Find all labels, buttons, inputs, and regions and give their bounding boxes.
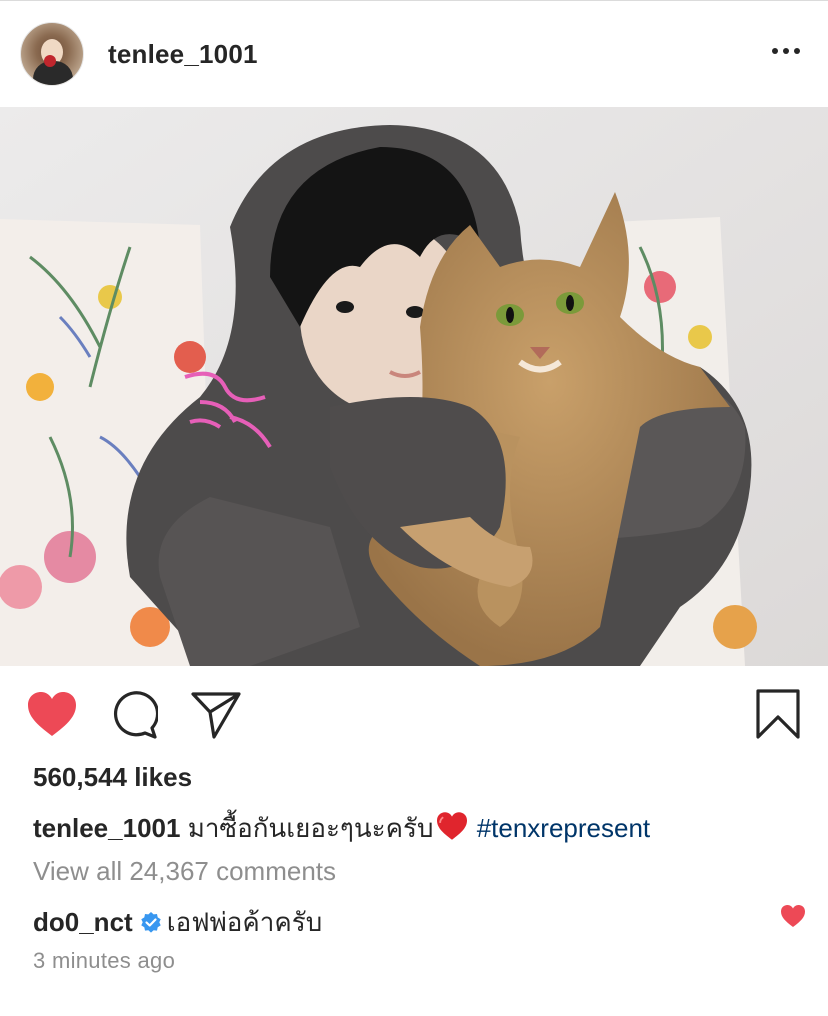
comment-username[interactable]: do0_nct	[33, 907, 133, 937]
comment-text: เอฟพ่อค้าครับ	[166, 907, 323, 937]
post-username[interactable]: tenlee_1001	[108, 39, 258, 70]
bookmark-icon	[756, 689, 800, 739]
post-caption: tenlee_1001 มาซื้อกันเยอะๆนะครับ #tenxre…	[33, 808, 650, 849]
likes-count[interactable]: 560,544 likes	[33, 762, 192, 793]
caption-text: มาซื้อกันเยอะๆนะครับ	[187, 813, 434, 843]
action-bar	[0, 666, 828, 762]
share-button[interactable]	[190, 690, 242, 745]
more-dot-icon	[794, 48, 800, 54]
comment-icon	[113, 691, 160, 739]
comment-like-button[interactable]	[780, 904, 806, 933]
avatar-rose	[44, 55, 56, 67]
comment-item: do0_nct เอฟพ่อค้าครับ	[33, 902, 322, 943]
post-timestamp: 3 minutes ago	[33, 948, 176, 973]
heart-filled-icon	[781, 905, 805, 927]
save-button[interactable]	[754, 688, 802, 745]
caption-username[interactable]: tenlee_1001	[33, 813, 180, 843]
more-options-button[interactable]	[772, 41, 800, 61]
view-all-comments-link[interactable]: View all 24,367 comments	[33, 856, 336, 887]
send-icon	[191, 692, 241, 739]
avatar[interactable]	[20, 22, 84, 86]
post-photo-illustration	[0, 107, 828, 666]
post-photo[interactable]	[0, 107, 828, 666]
red-heart-emoji-icon	[435, 811, 469, 848]
heart-filled-icon	[28, 692, 76, 736]
post-header: tenlee_1001	[0, 1, 828, 107]
like-button[interactable]	[26, 690, 78, 743]
comment-button[interactable]	[108, 690, 160, 745]
caption-hashtag[interactable]: #tenxrepresent	[477, 813, 650, 843]
more-dot-icon	[772, 48, 778, 54]
verified-badge-icon	[139, 911, 163, 942]
more-dot-icon	[783, 48, 789, 54]
